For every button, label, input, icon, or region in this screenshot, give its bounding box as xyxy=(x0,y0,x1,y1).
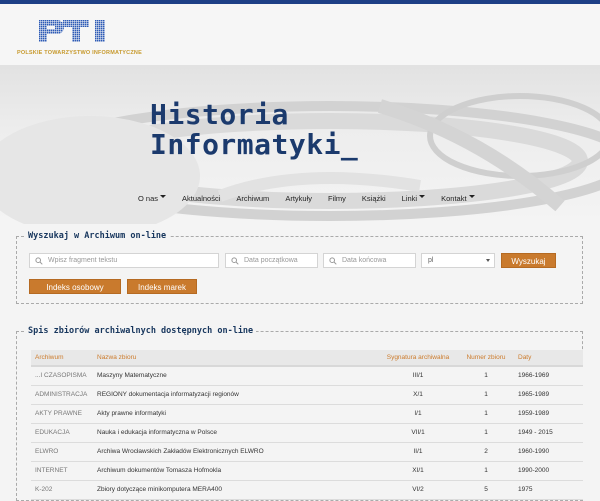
signature-cell: X/1 xyxy=(378,385,458,405)
language-select-value: pl xyxy=(428,257,434,264)
dates-cell: 1965-1989 xyxy=(514,385,583,405)
collection-name-cell[interactable]: Maszyny Matematyczne xyxy=(93,366,378,386)
collection-number-cell: 1 xyxy=(458,404,514,424)
nav-item-artykuly[interactable]: Artykuły xyxy=(277,194,320,203)
chevron-down-icon xyxy=(160,195,167,198)
nav-item-archiwum[interactable]: Archiwum xyxy=(228,194,277,203)
search-icon xyxy=(329,257,337,265)
collections-panel: Spis zbiorów archiwalnych dostępnych on-… xyxy=(16,326,583,501)
logo-subtitle: POLSKIE TOWARZYSTWO INFORMATYCZNE xyxy=(17,50,142,56)
column-header[interactable]: Nazwa zbioru xyxy=(93,350,378,367)
nav-item-linki[interactable]: Linki xyxy=(394,194,433,203)
collection-name-cell[interactable]: Archiwa Wrocławskich Zakładów Elektronic… xyxy=(93,442,378,462)
signature-cell: I/1 xyxy=(378,404,458,424)
brand-index-button[interactable]: Indeks marek xyxy=(127,279,197,294)
collection-number-cell: 1 xyxy=(458,385,514,405)
collection-number-cell: 1 xyxy=(458,423,514,443)
search-icon xyxy=(35,257,43,265)
dates-cell: 1949 - 2015 xyxy=(514,423,583,443)
nav-label: Aktualności xyxy=(182,194,221,203)
column-header[interactable]: Sygnatura archiwalna xyxy=(378,350,458,367)
column-header[interactable]: Numer zbioru xyxy=(458,350,514,367)
nav-label: Książki xyxy=(361,194,386,203)
dates-cell: 1959-1989 xyxy=(514,404,583,424)
table-row[interactable]: ADMINISTRACJA REGIONY dokumentacja inform… xyxy=(31,385,583,405)
main-nav: O nas Aktualności Archiwum Artykuły Film… xyxy=(130,194,483,203)
collection-name-cell[interactable]: Nauka i edukacja informatyczna w Polsce xyxy=(93,423,378,443)
dates-cell: 1960-1990 xyxy=(514,442,583,462)
collection-number-cell: 5 xyxy=(458,480,514,500)
nav-label: Artykuły xyxy=(285,194,312,203)
date-from-placeholder: Data początkowa xyxy=(244,257,298,264)
date-to-placeholder: Data końcowa xyxy=(342,257,387,264)
collection-number-cell: 1 xyxy=(458,366,514,386)
nav-item-ksiazki[interactable]: Książki xyxy=(354,194,394,203)
dates-cell: 1975 xyxy=(514,480,583,500)
chevron-down-icon xyxy=(468,195,475,198)
column-header[interactable]: Daty xyxy=(514,350,583,367)
nav-label: Linki xyxy=(401,194,418,203)
table-row[interactable]: AKTY PRAWNE Akty prawne informatyki I/1 1 19… xyxy=(31,404,583,424)
signature-cell: XI/1 xyxy=(378,461,458,481)
dates-cell: 1966-1969 xyxy=(514,366,583,386)
column-header[interactable]: Archiwum xyxy=(31,350,93,367)
archive-cell: EDUKACJA xyxy=(31,423,93,443)
archive-cell: ELWRO xyxy=(31,442,93,462)
collection-name-cell[interactable]: Zbiory dotyczące minikomputera MERA400 xyxy=(93,480,378,500)
archive-cell: INTERNET xyxy=(31,461,93,481)
table-row[interactable]: INTERNET Archiwum dokumentów Tomasza Hofm… xyxy=(31,461,583,481)
hero-title: Historia Informatyki_ xyxy=(150,100,358,160)
date-to-input[interactable]: Data końcowa xyxy=(323,253,416,268)
search-panel: Wyszukaj w Archiwum on-line Wpisz fragme… xyxy=(16,231,583,304)
nav-label: Kontakt xyxy=(441,194,467,203)
nav-item-aktualnosci[interactable]: Aktualności xyxy=(174,194,228,203)
signature-cell: VII/1 xyxy=(378,423,458,443)
hero-title-line2: Informatyki_ xyxy=(150,128,359,161)
collection-name-cell[interactable]: REGIONY dokumentacja informatyzacji regi… xyxy=(93,385,378,405)
collections-table-body: ...I CZASOPISMA Maszyny Matematyczne III/1… xyxy=(31,366,583,500)
chevron-down-icon xyxy=(419,195,426,198)
collection-name-cell[interactable]: Archiwum dokumentów Tomasza Hofmokla xyxy=(93,461,378,481)
archive-cell: ...I CZASOPISMA xyxy=(31,366,93,386)
pti-logo[interactable] xyxy=(37,18,109,44)
collection-name-cell[interactable]: Akty prawne informatyki xyxy=(93,404,378,424)
language-select[interactable]: pl xyxy=(421,253,495,268)
nav-item-kontakt[interactable]: Kontakt xyxy=(433,194,482,203)
archive-cell: K-202 xyxy=(31,480,93,500)
signature-cell: VI/2 xyxy=(378,480,458,500)
collections-legend: Spis zbiorów archiwalnych dostępnych on-… xyxy=(25,326,257,336)
header-bar: POLSKIE TOWARZYSTWO INFORMATYCZNE xyxy=(0,4,600,66)
nav-item-o-nas[interactable]: O nas xyxy=(130,194,174,203)
search-submit-button[interactable]: Wyszukaj xyxy=(501,253,556,268)
nav-label: O nas xyxy=(138,194,159,203)
collections-table: Archiwum Nazwa zbioru Sygnatura archiwal… xyxy=(31,350,583,500)
collection-number-cell: 1 xyxy=(458,461,514,481)
table-row[interactable]: ...I CZASOPISMA Maszyny Matematyczne III/1… xyxy=(31,366,583,386)
search-icon xyxy=(231,257,239,265)
nav-label: Filmy xyxy=(327,194,346,203)
nav-label: Archiwum xyxy=(236,194,270,203)
collection-number-cell: 2 xyxy=(458,442,514,462)
archive-cell: AKTY PRAWNE xyxy=(31,404,93,424)
person-index-button[interactable]: Indeks osobowy xyxy=(29,279,121,294)
search-legend: Wyszukaj w Archiwum on-line xyxy=(25,231,170,241)
search-text-input[interactable]: Wpisz fragment tekstu xyxy=(29,253,219,268)
hero-banner: Historia Informatyki_ O nas Aktualności … xyxy=(0,66,600,224)
archive-cell: ADMINISTRACJA xyxy=(31,385,93,405)
table-row[interactable]: ELWRO Archiwa Wrocławskich Zakładów Elekt… xyxy=(31,442,583,462)
table-row[interactable]: K-202 Zbiory dotyczące minikomputera MERA… xyxy=(31,480,583,500)
signature-cell: II/1 xyxy=(378,442,458,462)
search-text-placeholder: Wpisz fragment tekstu xyxy=(48,257,118,264)
chevron-down-icon xyxy=(486,259,490,262)
table-row[interactable]: EDUKACJA Nauka i edukacja informatyczna w… xyxy=(31,423,583,443)
signature-cell: III/1 xyxy=(378,366,458,386)
dates-cell: 1990-2000 xyxy=(514,461,583,481)
hero-title-line1: Historia xyxy=(150,98,289,131)
date-from-input[interactable]: Data początkowa xyxy=(225,253,318,268)
table-header-row: Archiwum Nazwa zbioru Sygnatura archiwal… xyxy=(31,350,583,367)
nav-item-filmy[interactable]: Filmy xyxy=(320,194,354,203)
